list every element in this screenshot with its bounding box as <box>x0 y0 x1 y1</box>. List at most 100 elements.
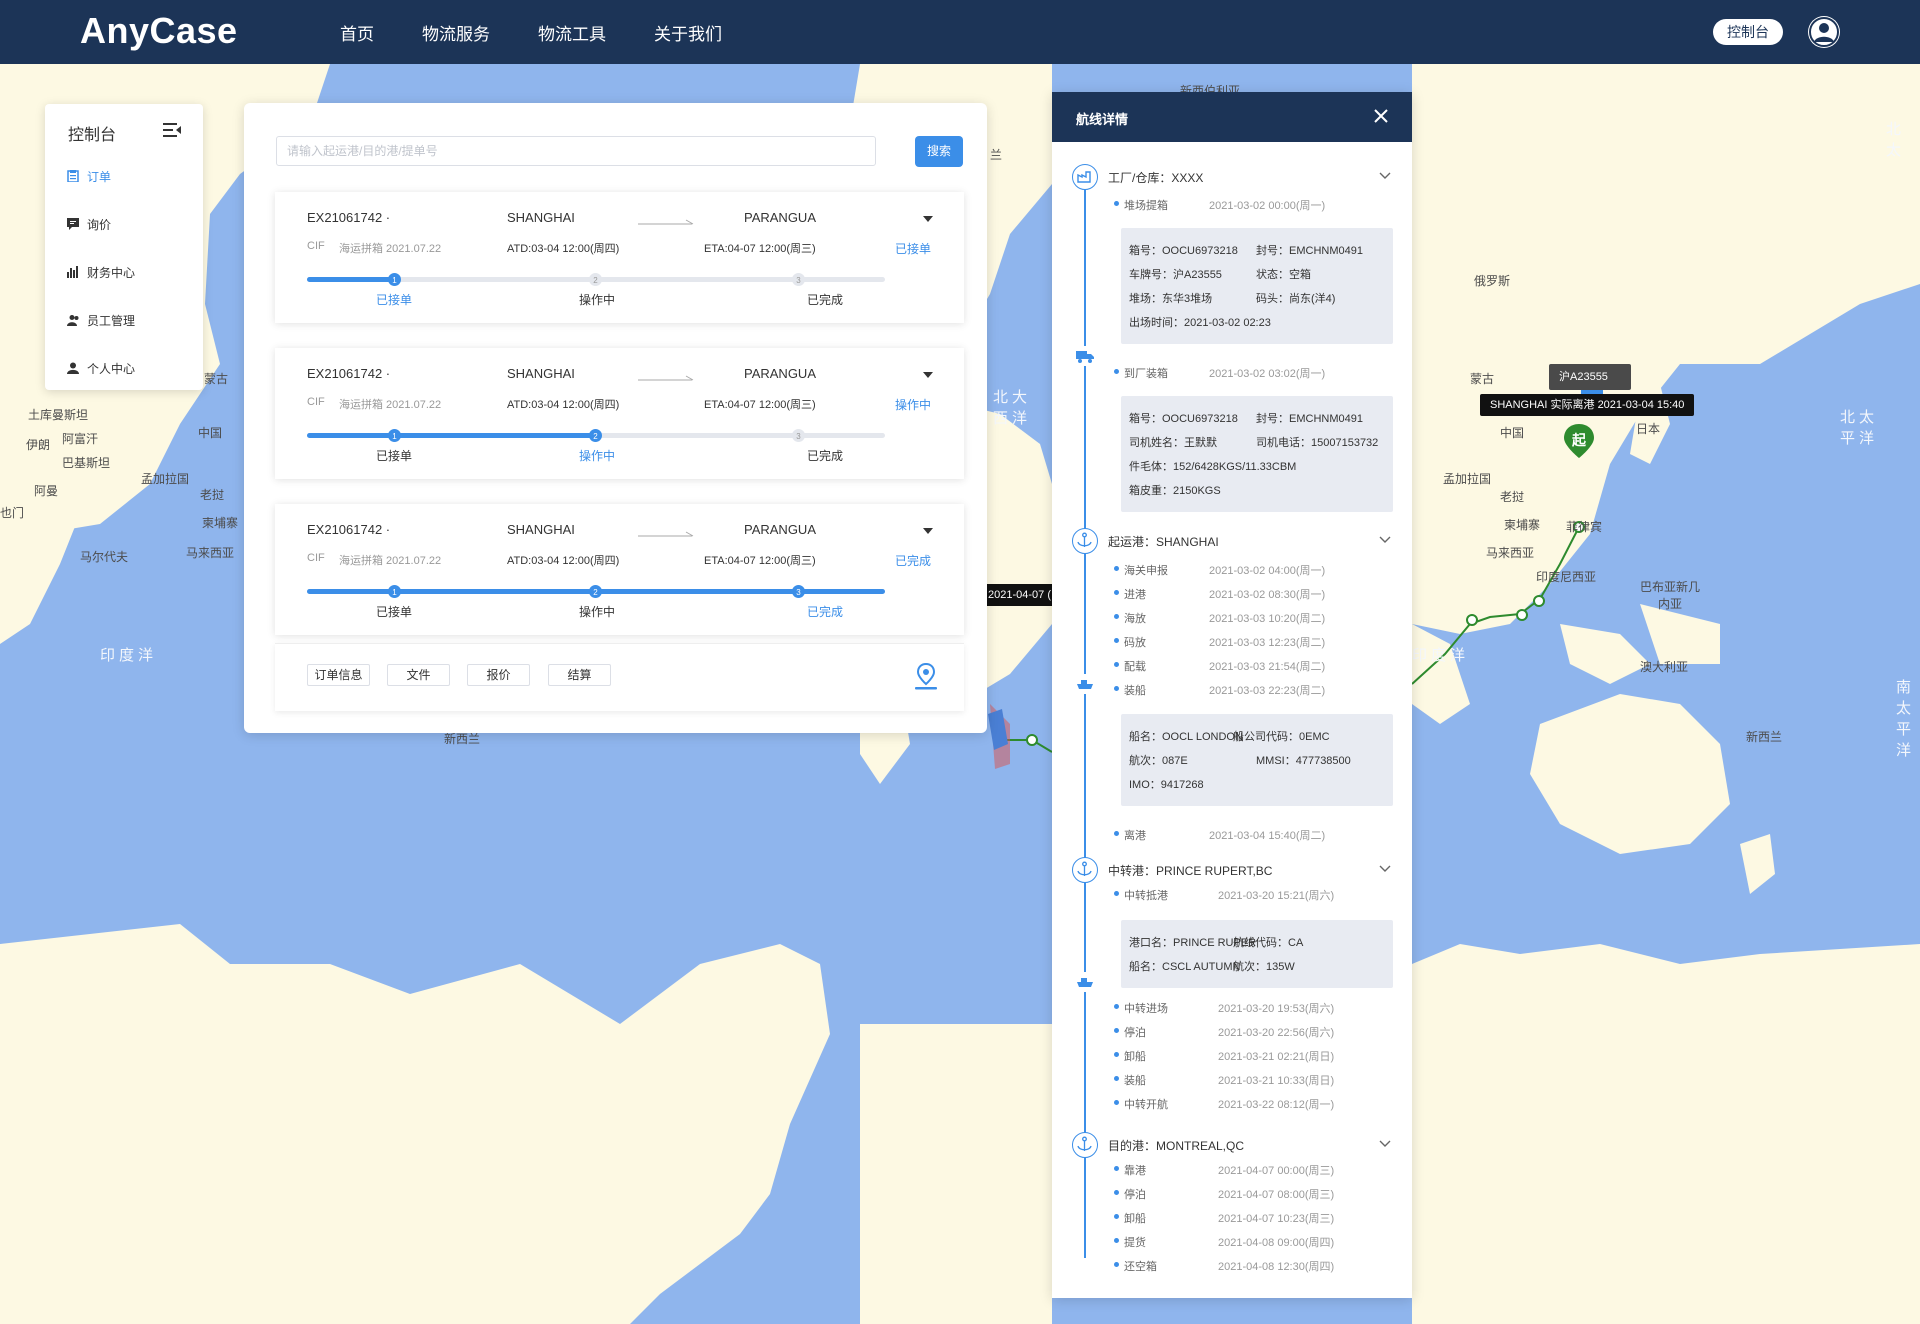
event-name: 卸船 <box>1114 1210 1146 1226</box>
progress-fill <box>307 277 394 282</box>
map-label-indian-ocean: 印度洋 <box>100 647 158 664</box>
event-name: 中转开航 <box>1114 1096 1168 1112</box>
sidebar-item-staff[interactable]: 员工管理 <box>67 310 135 330</box>
close-icon[interactable] <box>1373 108 1389 124</box>
event-time: 2021-04-07 08:00(周三) <box>1218 1189 1335 1201</box>
ship-icon <box>1073 674 1097 694</box>
documents-button[interactable]: 文件 <box>387 664 450 686</box>
step-label-processing: 操作中 <box>579 293 616 307</box>
trade-term: CIF <box>307 396 325 408</box>
event-time: 2021-03-20 19:53(周六) <box>1218 1003 1335 1015</box>
chevron-down-icon[interactable] <box>1379 536 1391 544</box>
expand-caret-icon[interactable] <box>923 216 933 222</box>
event-time: 2021-03-22 08:12(周一) <box>1218 1099 1335 1111</box>
order-info-button[interactable]: 订单信息 <box>307 664 370 686</box>
order-search-input[interactable] <box>276 136 876 166</box>
main-nav: 首页 物流服务 物流工具 关于我们 <box>340 0 770 64</box>
event-time: 2021-03-03 10:20(周二) <box>1209 613 1326 625</box>
nav-home[interactable]: 首页 <box>340 20 374 45</box>
event-name: 堆场提箱 <box>1114 197 1168 213</box>
timeline-line <box>1084 172 1086 1258</box>
event-name: 还空箱 <box>1114 1258 1157 1274</box>
settlement-button[interactable]: 结算 <box>548 664 611 686</box>
menu-collapse-icon[interactable] <box>163 122 181 138</box>
event-name: 海关申报 <box>1114 562 1168 578</box>
step-1-dot: 1 <box>388 429 401 442</box>
departure-tooltip: SHANGHAI 实际离港 2021-03-04 15:40 <box>1480 394 1695 416</box>
event-name: 中转抵港 <box>1114 887 1168 903</box>
ship-icon <box>1073 972 1097 992</box>
event-name: 离港 <box>1114 827 1146 843</box>
sidebar-title: 控制台 <box>68 127 117 144</box>
sidebar-item-profile[interactable]: 个人中心 <box>67 358 135 378</box>
order-card[interactable]: EX21061742 · SHANGHAI PARANGUA CIF 海运拼箱 … <box>275 348 964 479</box>
expand-caret-icon[interactable] <box>923 372 933 378</box>
order-number: EX21061742 · <box>307 366 391 381</box>
user-avatar-icon[interactable] <box>1808 16 1840 48</box>
anchor-icon <box>1072 1132 1098 1158</box>
event-name: 海放 <box>1114 610 1146 626</box>
location-pin-icon[interactable] <box>913 662 939 692</box>
quote-button[interactable]: 报价 <box>467 664 530 686</box>
step-label-processing: 操作中 <box>579 449 616 463</box>
event-name: 靠港 <box>1114 1162 1146 1178</box>
transit-info-box: 港口名：PRINCE RUPER 航线代码：CA 船名：CSCL AUTUMN 航次… <box>1121 920 1393 988</box>
step-2-dot: 2 <box>589 429 602 442</box>
event-time: 2021-03-04 15:40(周二) <box>1209 830 1326 842</box>
info-field: 封号：EMCHNM0491 <box>1256 245 1363 257</box>
map-label-yemen: 也门 <box>0 506 25 520</box>
info-field: 司机姓名：王默默 <box>1129 437 1217 449</box>
sidebar-item-label: 财务中心 <box>87 265 136 280</box>
event-name: 进港 <box>1114 586 1146 602</box>
event-time: 2021-04-08 09:00(周四) <box>1218 1237 1335 1249</box>
event-time: 2021-03-20 22:56(周六) <box>1218 1027 1335 1039</box>
info-field: 箱号：OOCU6973218 <box>1129 245 1238 257</box>
chat-icon <box>67 218 79 230</box>
map-label-laos-east: 老挝 <box>1500 490 1525 504</box>
eta-time: ETA:04-07 12:00(周三) <box>704 555 816 567</box>
top-navbar: AnyCase 首页 物流服务 物流工具 关于我们 控制台 <box>0 0 1920 64</box>
progress-track: 1 2 3 <box>307 273 885 286</box>
sidebar-item-finance[interactable]: 财务中心 <box>67 262 135 282</box>
event-time: 2021-03-03 21:54(周二) <box>1209 661 1326 673</box>
console-sidebar: 控制台 订单 询价 财务中心 员工管理 个人中心 <box>45 104 203 390</box>
step-3-dot: 3 <box>792 429 805 442</box>
event-name: 停泊 <box>1114 1186 1146 1202</box>
atd-time: ATD:03-04 12:00(周四) <box>507 555 620 567</box>
chevron-down-icon[interactable] <box>1379 865 1391 873</box>
destination-port: PARANGUA <box>744 522 816 537</box>
origin-port: SHANGHAI <box>507 210 575 225</box>
start-pin-icon[interactable]: 起 <box>1564 424 1594 458</box>
route-arrow-icon <box>638 375 694 381</box>
console-button[interactable]: 控制台 <box>1713 19 1783 45</box>
destination-port: PARANGUA <box>744 210 816 225</box>
map-label-north-atlantic: 北大西洋 <box>993 389 1032 427</box>
anchor-icon <box>1072 857 1098 883</box>
event-name: 停泊 <box>1114 1024 1146 1040</box>
nav-about-us[interactable]: 关于我们 <box>654 20 722 45</box>
step-3-dot: 3 <box>792 273 805 286</box>
sidebar-item-orders[interactable]: 订单 <box>67 166 111 186</box>
order-card[interactable]: EX21061742 · SHANGHAI PARANGUA CIF 海运拼箱 … <box>275 192 964 323</box>
route-detail-title: 航线详情 <box>1076 112 1129 127</box>
chevron-down-icon[interactable] <box>1379 1140 1391 1148</box>
expand-caret-icon[interactable] <box>923 528 933 534</box>
order-card[interactable]: EX21061742 · SHANGHAI PARANGUA CIF 海运拼箱 … <box>275 504 964 635</box>
map-label-north-pacific: 北太平洋 <box>1840 409 1879 447</box>
sidebar-item-inquiry[interactable]: 询价 <box>67 214 111 234</box>
event-time: 2021-03-03 12:23(周二) <box>1209 637 1326 649</box>
factory-title: 工厂/仓库：XXXX <box>1108 171 1204 185</box>
anycase-logo[interactable]: AnyCase <box>80 10 238 52</box>
truck-icon <box>1073 346 1097 366</box>
route-detail-panel: 航线详情 工厂/仓库：XXXX 堆场提箱 2021-03-02 00:00(周一… <box>1052 92 1412 1298</box>
step-2-dot: 2 <box>589 585 602 598</box>
nav-logistics-services[interactable]: 物流服务 <box>422 20 490 45</box>
info-field: 码头：尚东(洋4) <box>1256 293 1336 305</box>
chevron-down-icon[interactable] <box>1379 172 1391 180</box>
info-field: 箱号：OOCU6973218 <box>1129 413 1238 425</box>
origin-port-title: 起运港：SHANGHAI <box>1108 535 1219 549</box>
info-field: MMSI：477738500 <box>1256 755 1351 767</box>
origin-port: SHANGHAI <box>507 522 575 537</box>
search-button[interactable]: 搜索 <box>915 136 963 167</box>
nav-logistics-tools[interactable]: 物流工具 <box>538 20 606 45</box>
